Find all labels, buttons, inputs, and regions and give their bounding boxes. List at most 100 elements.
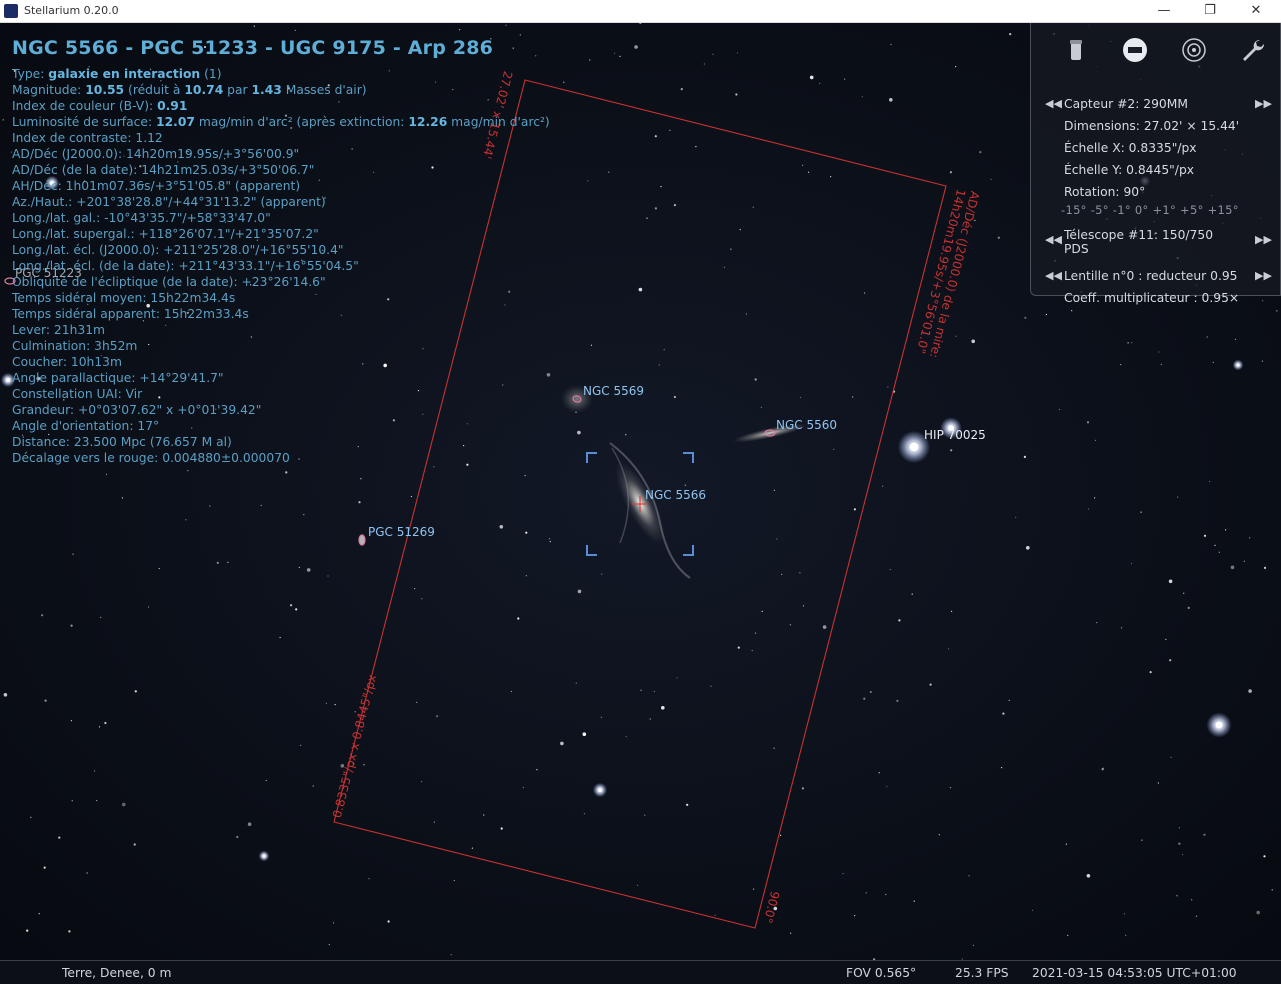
star	[1009, 33, 1012, 36]
maximize-button[interactable]: ❐	[1187, 0, 1233, 22]
star	[436, 715, 439, 718]
star	[44, 699, 47, 702]
telescope-prev-arrow[interactable]: ◀◀	[1045, 233, 1062, 246]
star	[104, 721, 107, 725]
star	[105, 473, 108, 475]
star	[71, 800, 73, 802]
star	[247, 822, 252, 826]
star	[638, 287, 643, 292]
star	[3, 693, 8, 697]
star	[913, 900, 915, 902]
star	[147, 606, 150, 608]
star	[1127, 342, 1129, 344]
star	[1141, 839, 1143, 841]
sensor-scale-y: Échelle Y: 0.8445"/px	[1064, 163, 1195, 177]
star	[70, 624, 73, 627]
star	[929, 683, 932, 686]
lens-next-arrow[interactable]: ▶▶	[1255, 269, 1272, 282]
star	[121, 497, 123, 499]
star	[951, 610, 953, 613]
minimize-button[interactable]: —	[1141, 0, 1187, 22]
ccd-sensor-icon[interactable]	[1122, 37, 1148, 63]
star	[773, 747, 775, 749]
status-fps: 25.3 FPS	[955, 966, 1009, 980]
object-title: NGC 5566 - PGC 51233 - UGC 9175 - Arp 28…	[12, 37, 494, 59]
star	[290, 604, 293, 607]
star	[459, 29, 461, 31]
star	[799, 572, 801, 574]
star	[673, 395, 677, 399]
star	[736, 52, 739, 54]
star	[510, 690, 512, 693]
info-line: AD/Déc (J2000.0): 14h20m19.95s/+3°56'00.…	[12, 147, 300, 161]
star	[800, 396, 802, 399]
star	[653, 690, 656, 693]
sky-view[interactable]: NGC 5569 NGC 5560 NGC 5566 PGC 51269 HIP…	[0, 23, 1281, 960]
star	[1271, 889, 1273, 891]
star	[303, 514, 305, 516]
star	[807, 171, 810, 173]
star	[776, 538, 778, 540]
info-line: Index de contraste: 1.12	[12, 131, 163, 145]
star	[802, 605, 805, 607]
star	[549, 538, 551, 540]
info-line: Coucher: 10h13m	[12, 355, 122, 369]
lens-multiplier: Coeff. multiplicateur : 0.95×	[1064, 291, 1240, 305]
sensor-next-arrow[interactable]: ▶▶	[1255, 97, 1272, 110]
status-bar: Terre, Denee, 0 m FOV 0.565° 25.3 FPS 20…	[0, 960, 1281, 984]
star	[1096, 622, 1098, 624]
star	[1045, 313, 1047, 316]
star	[306, 568, 311, 572]
star	[1249, 537, 1251, 539]
rotation-step-buttons[interactable]: -15° -5° -1° 0° +1° +5° +15°	[1061, 203, 1239, 217]
close-button[interactable]: ✕	[1233, 0, 1279, 22]
info-detail-lines: Index de contraste: 1.12 AD/Déc (J2000.0…	[12, 130, 612, 466]
star	[1087, 508, 1089, 510]
wrench-settings-icon[interactable]	[1240, 37, 1266, 63]
star	[279, 636, 281, 639]
star	[1225, 529, 1227, 531]
star	[802, 164, 804, 166]
star	[861, 96, 863, 98]
telrad-reticle-icon[interactable]	[1181, 37, 1207, 63]
star	[450, 954, 452, 956]
star	[158, 567, 160, 570]
star	[358, 501, 361, 504]
star	[295, 608, 298, 611]
telescope-next-arrow[interactable]: ▶▶	[1255, 233, 1272, 246]
star	[1178, 842, 1181, 845]
star	[663, 349, 665, 351]
star	[1263, 566, 1267, 570]
star	[216, 561, 219, 565]
star	[1031, 909, 1034, 911]
info-line: Long./lat. écl. (J2000.0): +211°25'28.0"…	[12, 243, 344, 257]
star	[1206, 336, 1208, 338]
star	[1067, 934, 1069, 937]
star	[712, 53, 714, 55]
info-line: Obliquité de l'écliptique (de la date): …	[12, 275, 326, 289]
star	[1256, 910, 1260, 915]
star	[619, 55, 621, 58]
star	[634, 45, 638, 49]
lens-prev-arrow[interactable]: ◀◀	[1045, 269, 1062, 282]
star	[185, 519, 187, 521]
ocular-eyepiece-icon[interactable]	[1063, 37, 1089, 63]
star	[38, 913, 40, 915]
star	[1261, 360, 1263, 362]
star	[852, 396, 854, 398]
object-info-panel: NGC 5566 - PGC 51233 - UGC 9175 - Arp 28…	[12, 37, 612, 466]
star	[1234, 338, 1237, 340]
star	[522, 786, 525, 789]
star	[649, 718, 651, 720]
star	[26, 929, 29, 932]
star	[433, 466, 435, 468]
star	[43, 866, 46, 869]
star	[560, 741, 564, 746]
galaxy-pgc51269[interactable]	[358, 534, 366, 546]
galaxy-ngc5566[interactable]	[606, 442, 691, 579]
star	[525, 575, 527, 577]
sensor-prev-arrow[interactable]: ◀◀	[1045, 97, 1062, 110]
star	[968, 875, 970, 877]
star	[972, 944, 975, 947]
star	[387, 920, 390, 923]
